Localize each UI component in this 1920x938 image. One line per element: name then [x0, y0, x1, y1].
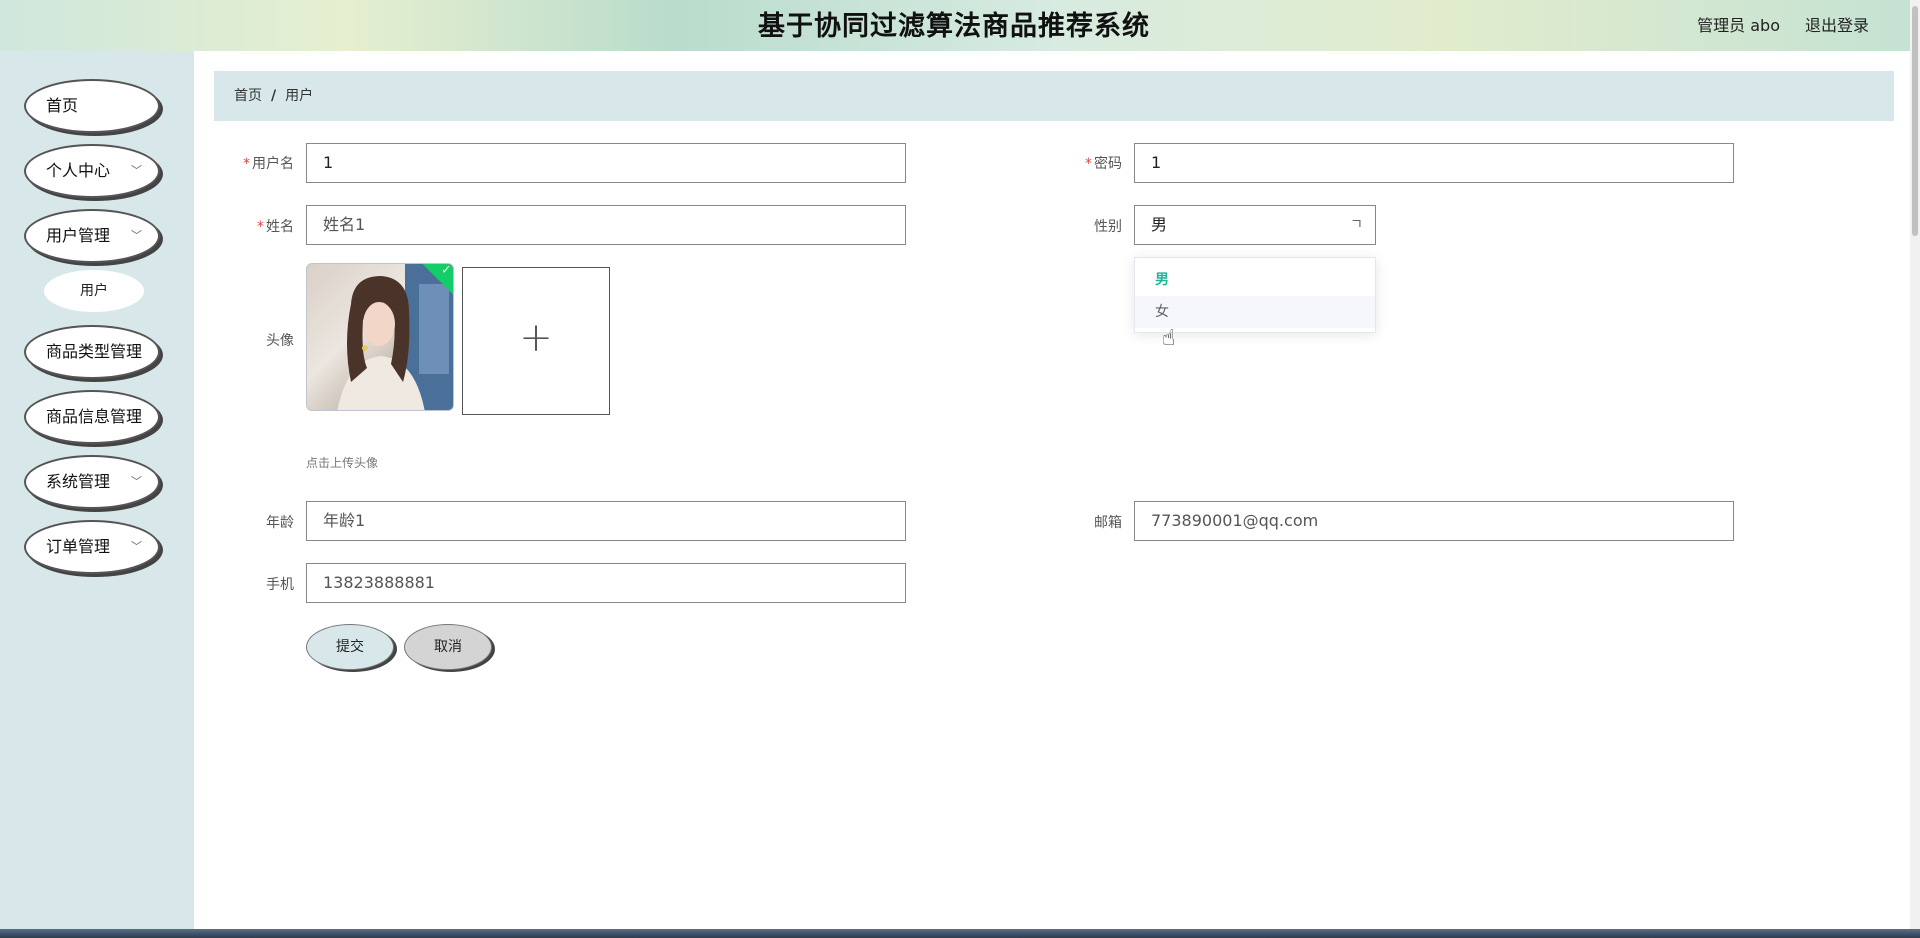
cancel-button[interactable]: 取消	[404, 624, 492, 670]
avatar-upload-hint: 点击上传头像	[306, 456, 379, 470]
avatar-image[interactable]: ✓	[306, 263, 454, 411]
sidebar-item-label: 订单管理	[46, 537, 111, 556]
sidebar-item-label: 商品类型管理	[46, 342, 143, 361]
email-input[interactable]: 773890001@qq.com	[1134, 501, 1734, 541]
sidebar-item-user-management[interactable]: 用户管理 ﹀	[24, 209, 160, 263]
chevron-down-icon: ﹀	[131, 475, 142, 488]
required-mark: *	[243, 156, 250, 172]
avatar-upload-button[interactable]: +	[462, 267, 610, 415]
logout-link[interactable]: 退出登录	[1805, 12, 1869, 36]
name-label: * 姓名	[204, 216, 294, 236]
sidebar: 首页 个人中心 ﹀ 用户管理 ﹀ 用户 商品类型管理 商品信息管理 系统管理 ﹀…	[0, 51, 194, 929]
password-input[interactable]: 1	[1134, 143, 1734, 183]
avatar-portrait	[337, 264, 453, 410]
system-title: 基于协同过滤算法商品推荐系统	[758, 11, 1150, 42]
name-label-text: 姓名	[266, 219, 294, 235]
sidebar-subitem-user[interactable]: 用户	[44, 270, 144, 312]
select-arrow-icon: ㄱ	[1350, 217, 1363, 233]
submit-button[interactable]: 提交	[306, 624, 394, 670]
gender-label: 性别	[1094, 219, 1122, 235]
age-input[interactable]: 年龄1	[306, 501, 906, 541]
sidebar-item-system-management[interactable]: 系统管理 ﹀	[24, 455, 160, 509]
gender-option-male[interactable]: 男	[1135, 264, 1375, 296]
required-mark: *	[257, 219, 264, 235]
sidebar-item-label: 个人中心	[46, 161, 111, 180]
breadcrumb-home[interactable]: 首页	[234, 88, 262, 104]
sidebar-item-personal-center[interactable]: 个人中心 ﹀	[24, 144, 160, 198]
phone-label: 手机	[266, 577, 294, 593]
username-label: * 用户名	[204, 153, 294, 173]
plus-icon: +	[519, 315, 553, 361]
current-user-label: 管理员 abo	[1697, 16, 1780, 35]
username-label-text: 用户名	[252, 156, 294, 172]
password-label: * 密码	[1032, 153, 1122, 173]
sidebar-item-label: 商品信息管理	[46, 407, 143, 426]
username-input[interactable]: 1	[306, 143, 906, 183]
email-label: 邮箱	[1094, 515, 1122, 531]
sidebar-item-home[interactable]: 首页	[24, 79, 160, 133]
check-icon: ✓	[441, 263, 452, 277]
sidebar-item-label: 用户管理	[46, 226, 111, 245]
breadcrumb: 首页 / 用户	[214, 71, 1894, 121]
scrollbar-thumb[interactable]	[1912, 6, 1918, 236]
chevron-down-icon: ﹀	[131, 164, 142, 177]
gender-option-female[interactable]: 女	[1135, 296, 1375, 328]
age-label: 年龄	[266, 515, 294, 531]
page-scrollbar[interactable]	[1910, 0, 1920, 929]
chevron-down-icon: ﹀	[131, 229, 142, 242]
sidebar-item-label: 系统管理	[46, 472, 111, 491]
gender-select[interactable]: 男 ㄱ	[1134, 205, 1376, 245]
phone-input[interactable]: 13823888881	[306, 563, 906, 603]
sidebar-item-product-type-management[interactable]: 商品类型管理	[24, 325, 160, 379]
avatar-label: 头像	[266, 333, 294, 349]
gender-dropdown: 男 女	[1134, 257, 1376, 333]
breadcrumb-separator: /	[271, 88, 277, 104]
top-header: 基于协同过滤算法商品推荐系统 管理员 abo 退出登录	[0, 0, 1920, 51]
gender-select-value: 男	[1151, 215, 1168, 234]
breadcrumb-current: 用户	[285, 88, 314, 104]
chevron-down-icon: ﹀	[131, 540, 142, 553]
name-input[interactable]: 姓名1	[306, 205, 906, 245]
sidebar-item-order-management[interactable]: 订单管理 ﹀	[24, 520, 160, 574]
os-taskbar	[0, 929, 1920, 938]
sidebar-item-product-info-management[interactable]: 商品信息管理	[24, 390, 160, 444]
required-mark: *	[1085, 156, 1092, 172]
hand-cursor-icon: ☝	[1162, 326, 1176, 351]
sidebar-item-label: 首页	[46, 96, 79, 115]
password-label-text: 密码	[1094, 156, 1122, 172]
